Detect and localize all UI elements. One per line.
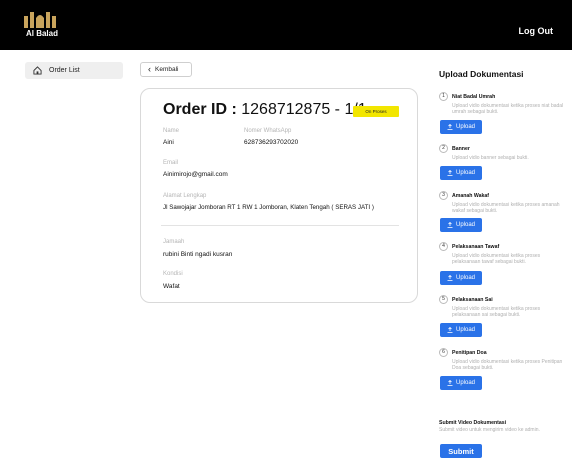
upload-icon xyxy=(447,327,453,333)
step-item: 4 Pelaksanaan Tawaf Upload vidio dokument… xyxy=(439,242,567,265)
step-desc: Upload vidio dokumentasi ketika proses a… xyxy=(452,202,560,214)
sidebar-item-label: Order List xyxy=(49,67,80,74)
step-number: 6 xyxy=(439,348,448,357)
step-item: 2 Banner Upload vidio banner sebagai bukt… xyxy=(439,144,567,161)
logo[interactable]: Al Balad xyxy=(22,10,62,38)
upload-label: Upload xyxy=(455,380,475,386)
upload-icon xyxy=(447,170,453,176)
upload-icon xyxy=(447,124,453,130)
chevron-left-icon: ‹ xyxy=(148,64,151,74)
submit-desc: Submit video untuk mengirim video ke adm… xyxy=(439,427,540,433)
jamaah-label: Jamaah xyxy=(163,239,185,245)
top-bar: Al Balad Log Out xyxy=(0,0,572,50)
order-id: Order ID : 1268712875 - 1/1 xyxy=(163,101,367,119)
address-label: Alamat Lengkap xyxy=(163,193,207,199)
upload-label: Upload xyxy=(455,124,475,130)
step-title: Niat Badal Umrah xyxy=(452,93,496,100)
upload-icon xyxy=(447,275,453,281)
name-value: Aini xyxy=(163,139,174,146)
step-item: 6 Penitipan Doa Upload vidio dokumentasi … xyxy=(439,348,567,371)
step-desc: Upload vidio dokumentasi ketika proses p… xyxy=(452,253,541,265)
order-id-value: 1268712875 - 1/1 xyxy=(241,101,367,118)
upload-button[interactable]: Upload xyxy=(440,271,482,285)
step-title: Pelaksanaan Tawaf xyxy=(452,243,500,250)
order-card: Order ID : 1268712875 - 1/1 On Proses Na… xyxy=(140,88,418,303)
back-button[interactable]: ‹ Kembali xyxy=(140,62,192,77)
upload-button[interactable]: Upload xyxy=(440,166,482,180)
jamaah-value: rubini Binti ngadi kusran xyxy=(163,251,233,258)
step-item: 3 Amanah Wakaf Upload vidio dokumentasi k… xyxy=(439,191,567,214)
upload-label: Upload xyxy=(455,327,475,333)
step-title: Pelaksanaan Sai xyxy=(452,296,493,303)
upload-icon xyxy=(447,222,453,228)
name-label: Name xyxy=(163,128,180,134)
upload-button[interactable]: Upload xyxy=(440,376,482,390)
step-desc: Upload vidio banner sebagai bukti. xyxy=(452,155,529,161)
step-item: 5 Pelaksanaan Sai Upload vidio dokumentas… xyxy=(439,295,567,318)
upload-button[interactable]: Upload xyxy=(440,120,482,134)
logout-button[interactable]: Log Out xyxy=(519,26,554,36)
step-number: 5 xyxy=(439,295,448,304)
upload-label: Upload xyxy=(455,170,475,176)
upload-label: Upload xyxy=(455,222,475,228)
step-number: 3 xyxy=(439,191,448,200)
step-desc: Upload vidio dokumentasi ketika proses p… xyxy=(452,306,541,318)
home-icon xyxy=(33,66,42,75)
kondisi-label: Kondisi xyxy=(163,271,183,277)
upload-button[interactable]: Upload xyxy=(440,218,482,232)
step-title: Amanah Wakaf xyxy=(452,192,489,199)
logo-mark-icon xyxy=(24,12,56,28)
email-value: Ainimirojo@gmail.com xyxy=(163,171,228,178)
step-desc: Upload vidio dokumentasi ketika proses n… xyxy=(452,103,564,115)
step-number: 4 xyxy=(439,242,448,251)
step-desc: Upload vidio dokumentasi ketika proses P… xyxy=(452,359,563,371)
step-number: 2 xyxy=(439,144,448,153)
step-item: 1 Niat Badal Umrah Upload vidio dokumenta… xyxy=(439,92,567,115)
upload-icon xyxy=(447,380,453,386)
step-title: Banner xyxy=(452,145,470,152)
upload-label: Upload xyxy=(455,275,475,281)
step-title: Penitipan Doa xyxy=(452,349,487,356)
logo-text: Al Balad xyxy=(25,29,58,38)
whatsapp-label: Nomer WhatsApp xyxy=(244,128,292,134)
order-id-label: Order ID : xyxy=(163,101,237,118)
whatsapp-value: 628736293702020 xyxy=(244,139,299,146)
status-badge: On Proses xyxy=(353,106,399,117)
address-value: Jl Sawojajar Jomboran RT 1 RW 1 Jomboran… xyxy=(163,204,374,211)
divider xyxy=(161,225,399,226)
email-label: Email xyxy=(163,160,179,166)
sidebar-item-order-list[interactable]: Order List xyxy=(25,62,123,79)
submit-title: Submit Video Dokumentasi xyxy=(439,420,507,426)
upload-title: Upload Dokumentasi xyxy=(439,69,524,79)
upload-button[interactable]: Upload xyxy=(440,323,482,337)
step-number: 1 xyxy=(439,92,448,101)
back-label: Kembali xyxy=(155,66,179,73)
kondisi-value: Wafat xyxy=(163,283,180,290)
